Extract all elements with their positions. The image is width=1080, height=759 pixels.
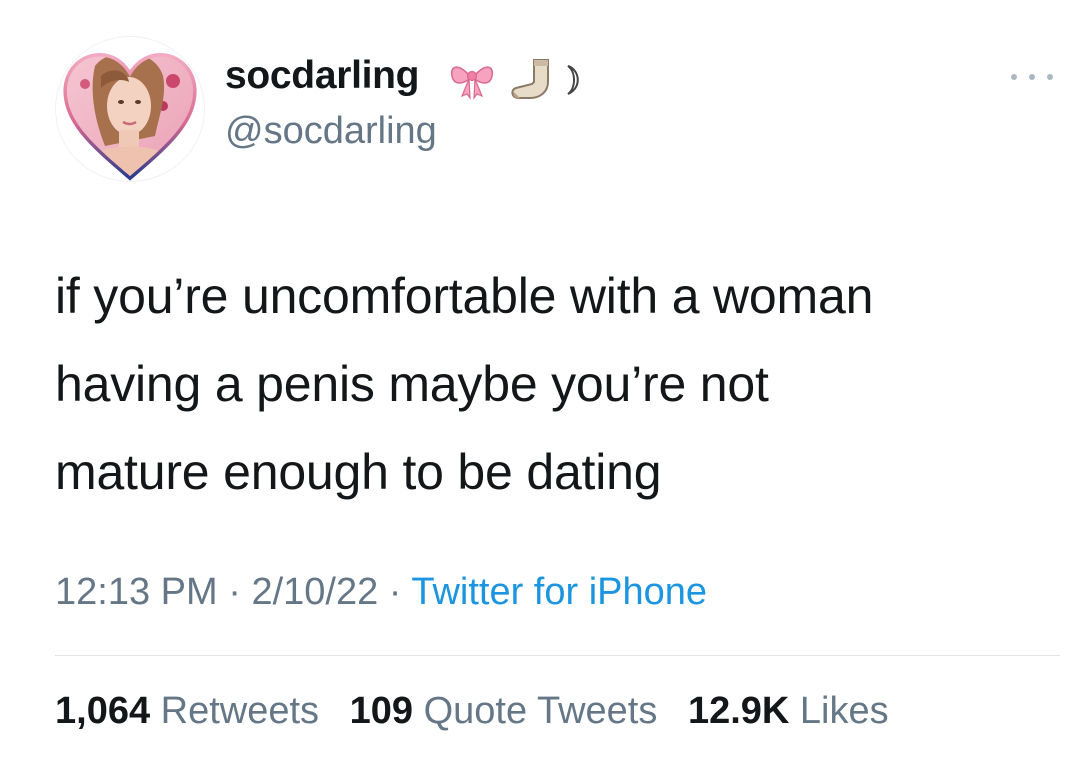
quote-tweets-label: Quote Tweets — [423, 690, 658, 732]
tweet-date[interactable]: 2/10/22 — [251, 571, 378, 613]
retweets-count: 1,064 — [55, 690, 151, 732]
meta-separator: · — [228, 571, 241, 613]
crescent-moon-icon — [567, 65, 579, 95]
retweets-stat[interactable]: 1,064 Retweets — [55, 690, 319, 732]
likes-label: Likes — [799, 690, 889, 732]
tweet-meta: 12:13 PM · 2/10/22 · Twitter for iPhone — [55, 571, 707, 614]
tweet-card: socdarling @socdarling if you’re uncomfo… — [0, 0, 1080, 759]
tweet-source-link[interactable]: Twitter for iPhone — [411, 571, 707, 613]
bow-icon — [450, 66, 494, 100]
user-handle[interactable]: @socdarling — [225, 110, 437, 153]
tweet-stats: 1,064 Retweets 109 Quote Tweets 12.9K Li… — [55, 690, 889, 733]
divider — [55, 655, 1060, 656]
avatar[interactable] — [55, 36, 205, 182]
sock-icon — [511, 59, 549, 99]
avatar-heart-photo — [63, 53, 197, 181]
name-emojis — [450, 59, 579, 100]
tweet-time[interactable]: 12:13 PM — [55, 571, 218, 613]
more-options-icon[interactable] — [1002, 62, 1062, 92]
quote-tweets-count: 109 — [349, 690, 414, 732]
likes-stat[interactable]: 12.9K Likes — [688, 690, 889, 732]
tweet-text-line: having a penis maybe you’re not — [55, 356, 769, 412]
display-name[interactable]: socdarling — [225, 54, 420, 98]
tweet-text-line: mature enough to be dating — [55, 444, 662, 500]
likes-count: 12.9K — [687, 690, 790, 732]
quote-tweets-stat[interactable]: 109 Quote Tweets — [350, 690, 658, 732]
retweets-label: Retweets — [160, 690, 320, 732]
meta-separator: · — [388, 571, 402, 613]
tweet-text: if you’re uncomfortable with a woman hav… — [55, 252, 1055, 516]
tweet-text-line: if you’re uncomfortable with a woman — [55, 268, 874, 324]
